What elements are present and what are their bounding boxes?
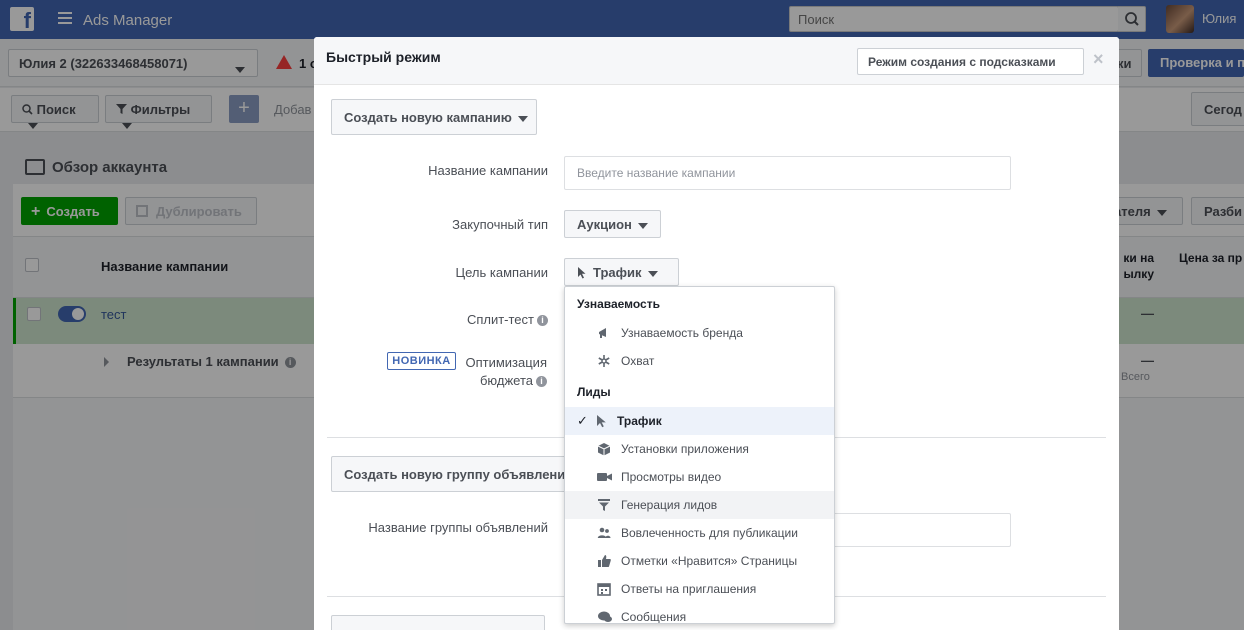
calendar-icon [597,582,611,596]
info-icon[interactable]: i [537,315,548,327]
dropdown-group-header: Лиды [577,385,611,399]
cursor-icon [577,265,587,280]
create-new-campaign-button[interactable]: Создать новую кампанию [331,99,537,135]
budget-optimization-label: Оптимизация бюджета i [465,355,547,388]
thumbs-up-icon [597,554,611,568]
megaphone-icon [597,326,611,340]
checkmark-icon: ✓ [577,413,588,428]
objective-option-event-responses[interactable]: Ответы на приглашения [565,575,834,603]
objective-option-page-likes[interactable]: Отметки «Нравится» Страницы [565,547,834,575]
buying-type-label: Закупочный тип [452,217,548,232]
create-new-adset-button[interactable]: Создать новую группу объявлений [331,456,571,492]
people-icon [597,526,611,540]
buying-type-select[interactable]: Аукцион [564,210,661,238]
filter-funnel-icon [597,498,611,512]
objective-option-messages[interactable]: Сообщения [565,603,834,623]
cursor-icon [595,414,609,428]
dropdown-group-header: Узнаваемость [577,297,660,311]
box-icon [597,442,611,456]
objective-option-lead-generation[interactable]: Генерация лидов [565,491,834,519]
video-camera-icon [597,470,612,484]
chat-bubble-icon [597,610,612,623]
create-new-ad-button[interactable] [331,615,545,630]
objective-option-reach[interactable]: Охват [565,347,834,375]
campaign-name-input[interactable] [565,157,1010,189]
chevron-down-icon [517,115,528,122]
objective-dropdown-menu: Узнаваемость Узнаваемость бренда Охват Л… [564,286,835,624]
objective-option-app-installs[interactable]: Установки приложения [565,435,834,463]
objective-option-video-views[interactable]: Просмотры видео [565,463,834,491]
adset-name-label: Название группы объявлений [368,520,548,535]
objective-option-traffic[interactable]: ✓ Трафик [565,407,834,435]
objective-option-brand-awareness[interactable]: Узнаваемость бренда [565,319,834,347]
campaign-name-label: Название кампании [428,163,548,178]
campaign-name-field [564,156,1011,190]
chevron-down-icon [637,222,648,229]
campaign-objective-select[interactable]: Трафик [564,258,679,286]
campaign-objective-label: Цель кампании [455,265,549,280]
split-test-label: Сплит-тест i [354,312,548,327]
objective-option-post-engagement[interactable]: Вовлеченность для публикации [565,519,834,547]
dialog-title: Быстрый режим [326,49,441,65]
guided-creation-button[interactable]: Режим создания с подсказками [857,48,1084,75]
chevron-down-icon [647,270,658,277]
info-icon[interactable]: i [536,376,547,388]
new-badge: НОВИНКА [387,352,456,370]
close-icon[interactable]: × [1093,49,1104,70]
asterisk-icon [597,354,611,368]
